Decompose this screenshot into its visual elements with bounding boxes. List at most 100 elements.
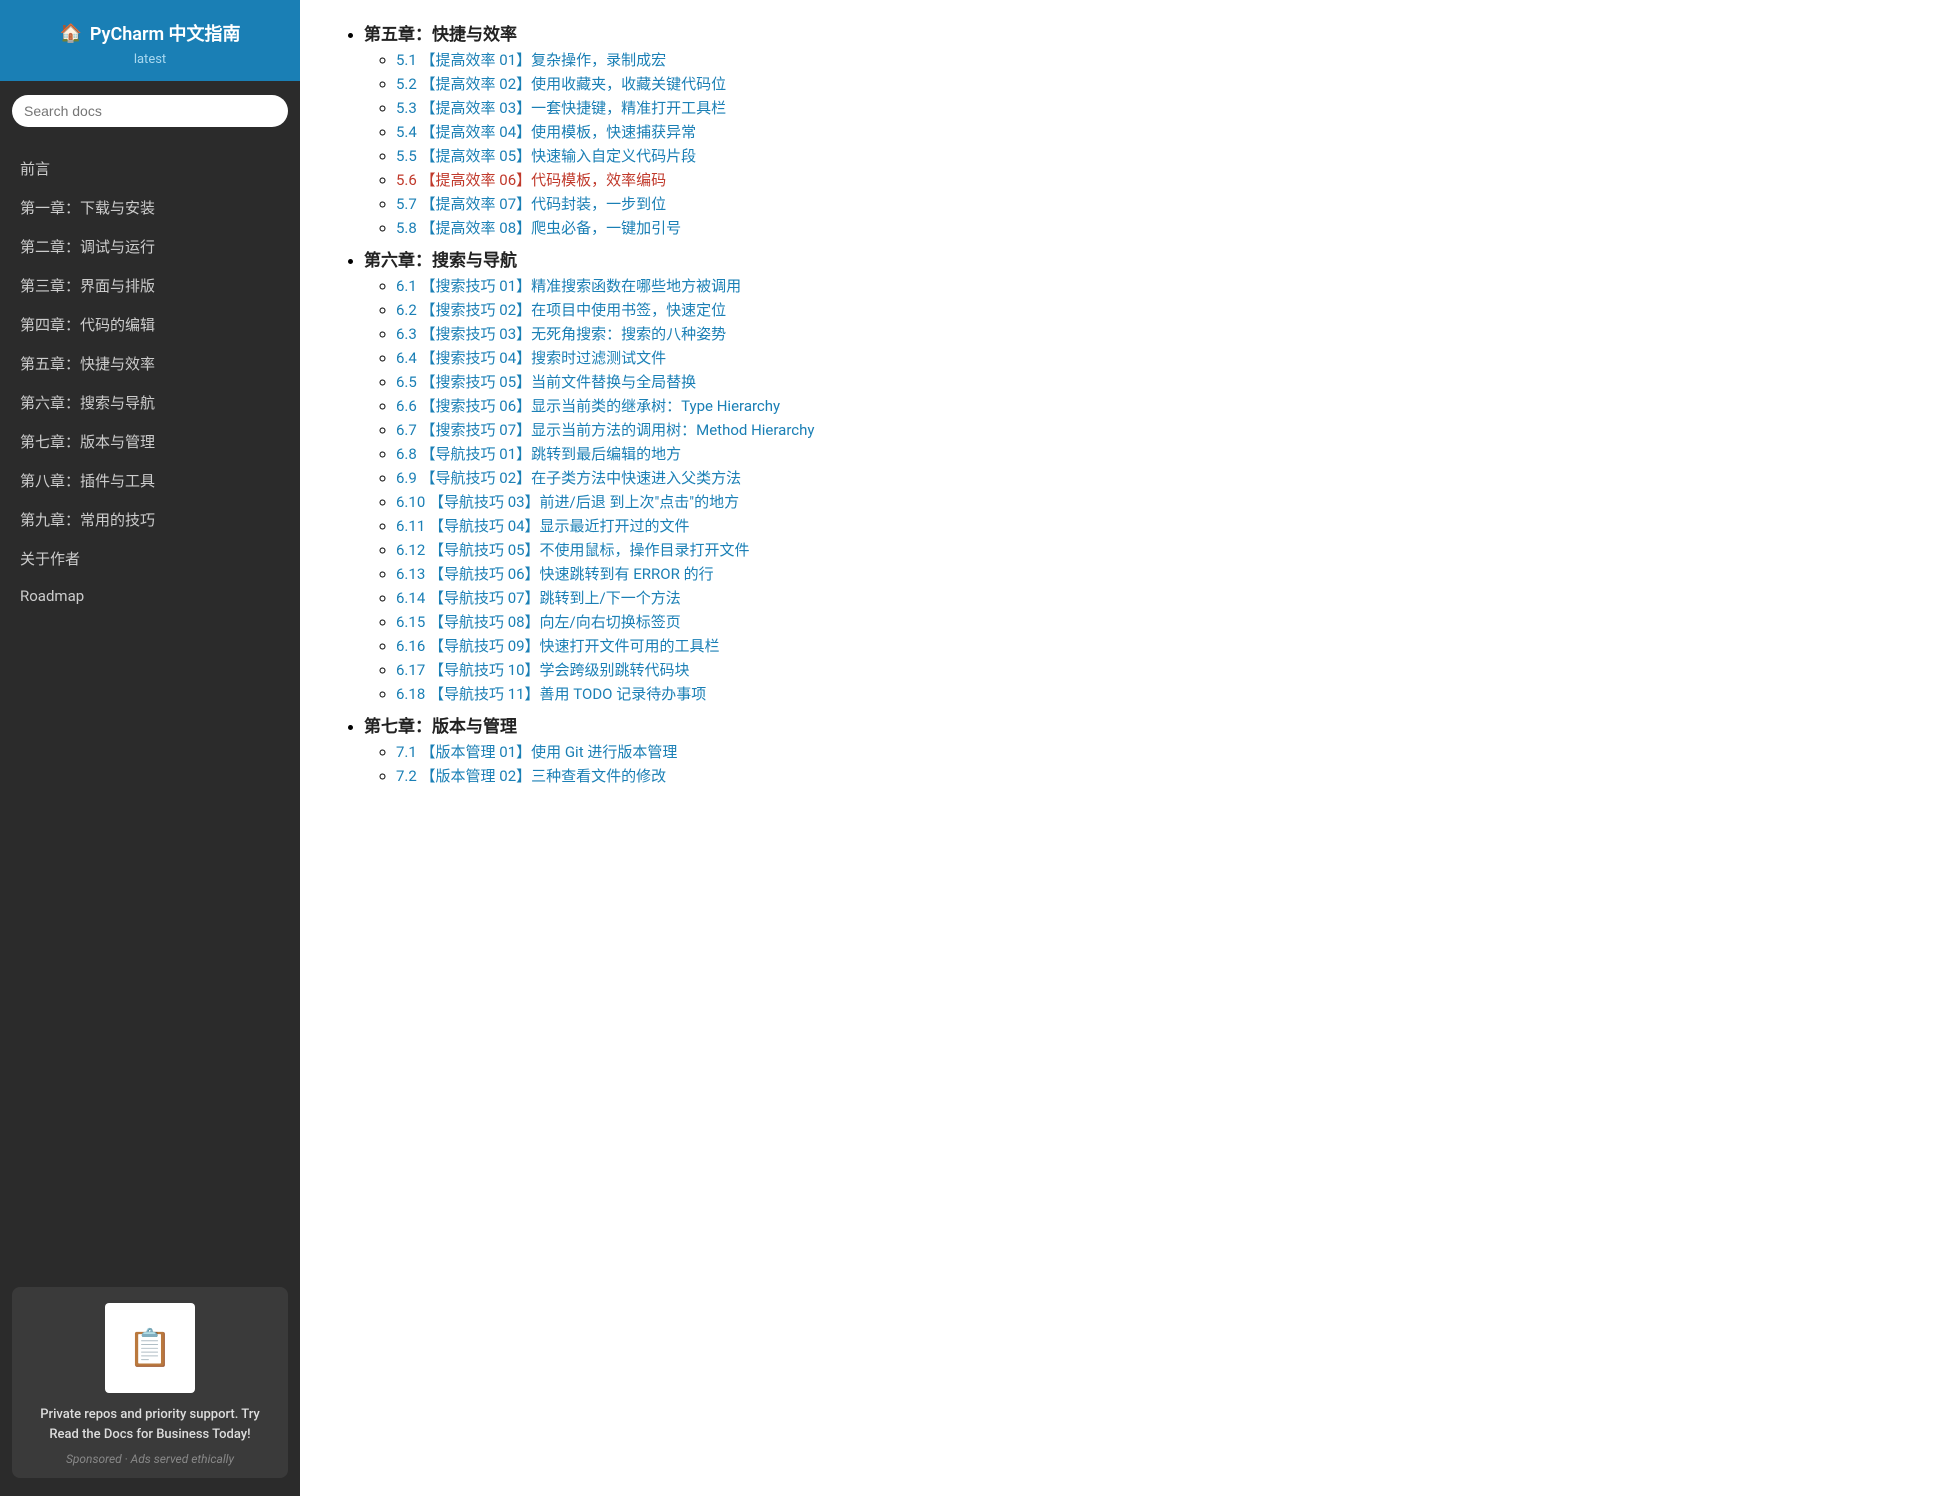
toc-link[interactable]: 6.9 【导航技巧 02】在子类方法中快速进入父类方法 — [396, 469, 741, 487]
ad-text: Private repos and priority support. Try … — [26, 1405, 274, 1444]
toc-link[interactable]: 6.16 【导航技巧 09】快速打开文件可用的工具栏 — [396, 637, 720, 655]
toc-link[interactable]: 6.7 【搜索技巧 07】显示当前方法的调用树：Method Hierarchy — [396, 421, 814, 439]
toc-link[interactable]: 6.2 【搜索技巧 02】在项目中使用书签，快速定位 — [396, 301, 726, 319]
nav-item[interactable]: 第九章：常用的技巧 — [0, 500, 300, 539]
nav-link[interactable]: 关于作者 — [0, 539, 300, 578]
toc-link[interactable]: 6.18 【导航技巧 11】善用 TODO 记录待办事项 — [396, 685, 706, 703]
toc-link[interactable]: 5.8 【提高效率 08】爬虫必备，一键加引号 — [396, 219, 681, 237]
toc-item[interactable]: 6.2 【搜索技巧 02】在项目中使用书签，快速定位 — [396, 299, 1896, 320]
toc-section: 第七章：版本与管理 7.1 【版本管理 01】使用 Git 进行版本管理 7.2 【… — [364, 712, 1896, 786]
ad-sponsored: Sponsored · Ads served ethically — [26, 1452, 274, 1466]
nav-item[interactable]: 第二章：调试与运行 — [0, 227, 300, 266]
toc-item[interactable]: 5.7 【提高效率 07】代码封装，一步到位 — [396, 193, 1896, 214]
toc-item[interactable]: 6.4 【搜索技巧 04】搜索时过滤测试文件 — [396, 347, 1896, 368]
nav-link[interactable]: 第四章：代码的编辑 — [0, 305, 300, 344]
toc-item[interactable]: 5.5 【提高效率 05】快速输入自定义代码片段 — [396, 145, 1896, 166]
nav-item[interactable]: 第三章：界面与排版 — [0, 266, 300, 305]
nav-link[interactable]: 第五章：快捷与效率 — [0, 344, 300, 383]
toc-item[interactable]: 6.3 【搜索技巧 03】无死角搜索：搜索的八种姿势 — [396, 323, 1896, 344]
toc-section-label: 第七章：版本与管理 — [364, 717, 517, 737]
nav-item[interactable]: 第七章：版本与管理 — [0, 422, 300, 461]
toc-item[interactable]: 6.17 【导航技巧 10】学会跨级别跳转代码块 — [396, 659, 1896, 680]
toc-link[interactable]: 5.5 【提高效率 05】快速输入自定义代码片段 — [396, 147, 696, 165]
ad-image: 📋 — [105, 1303, 195, 1393]
toc-root: 第五章：快捷与效率5.1 【提高效率 01】复杂操作，录制成宏5.2 【提高效率… — [340, 20, 1896, 786]
toc-item[interactable]: 5.4 【提高效率 04】使用模板，快速捕获异常 — [396, 121, 1896, 142]
toc-item[interactable]: 6.12 【导航技巧 05】不使用鼠标，操作目录打开文件 — [396, 539, 1896, 560]
toc-link[interactable]: 5.1 【提高效率 01】复杂操作，录制成宏 — [396, 51, 666, 69]
toc-link[interactable]: 6.1 【搜索技巧 01】精准搜索函数在哪些地方被调用 — [396, 277, 741, 295]
sidebar: 🏠 PyCharm 中文指南 latest 前言第一章：下载与安装第二章：调试与… — [0, 0, 300, 1496]
toc-subsection-list: 5.1 【提高效率 01】复杂操作，录制成宏 5.2 【提高效率 02】使用收藏夹… — [364, 49, 1896, 238]
toc-item[interactable]: 5.8 【提高效率 08】爬虫必备，一键加引号 — [396, 217, 1896, 238]
toc-link[interactable]: 6.15 【导航技巧 08】向左/向右切换标签页 — [396, 613, 681, 631]
toc-link[interactable]: 6.4 【搜索技巧 04】搜索时过滤测试文件 — [396, 349, 666, 367]
toc-item[interactable]: 6.7 【搜索技巧 07】显示当前方法的调用树：Method Hierarchy — [396, 419, 1896, 440]
toc-subsection-list: 6.1 【搜索技巧 01】精准搜索函数在哪些地方被调用 6.2 【搜索技巧 02】… — [364, 275, 1896, 704]
nav-link[interactable]: 第七章：版本与管理 — [0, 422, 300, 461]
toc-link[interactable]: 5.7 【提高效率 07】代码封装，一步到位 — [396, 195, 666, 213]
toc-item[interactable]: 7.1 【版本管理 01】使用 Git 进行版本管理 — [396, 741, 1896, 762]
toc-item[interactable]: 6.14 【导航技巧 07】跳转到上/下一个方法 — [396, 587, 1896, 608]
toc-link[interactable]: 5.2 【提高效率 02】使用收藏夹，收藏关键代码位 — [396, 75, 726, 93]
toc-link[interactable]: 6.11 【导航技巧 04】显示最近打开过的文件 — [396, 517, 690, 535]
toc-item[interactable]: 7.2 【版本管理 02】三种查看文件的修改 — [396, 765, 1896, 786]
sidebar-ad: 📋 Private repos and priority support. Tr… — [12, 1287, 288, 1478]
nav-item[interactable]: 关于作者 — [0, 539, 300, 578]
toc-item[interactable]: 6.13 【导航技巧 06】快速跳转到有 ERROR 的行 — [396, 563, 1896, 584]
nav-item[interactable]: 第一章：下载与安装 — [0, 188, 300, 227]
sidebar-title: PyCharm 中文指南 — [90, 20, 241, 46]
toc-item[interactable]: 5.3 【提高效率 03】一套快捷键，精准打开工具栏 — [396, 97, 1896, 118]
toc-link[interactable]: 6.14 【导航技巧 07】跳转到上/下一个方法 — [396, 589, 681, 607]
toc-link[interactable]: 6.17 【导航技巧 10】学会跨级别跳转代码块 — [396, 661, 690, 679]
home-icon: 🏠 — [59, 23, 81, 44]
nav-link[interactable]: 第九章：常用的技巧 — [0, 500, 300, 539]
toc-link[interactable]: 5.3 【提高效率 03】一套快捷键，精准打开工具栏 — [396, 99, 726, 117]
toc-item[interactable]: 5.2 【提高效率 02】使用收藏夹，收藏关键代码位 — [396, 73, 1896, 94]
toc-link[interactable]: 5.4 【提高效率 04】使用模板，快速捕获异常 — [396, 123, 696, 141]
toc-item[interactable]: 5.1 【提高效率 01】复杂操作，录制成宏 — [396, 49, 1896, 70]
toc-section-label: 第六章：搜索与导航 — [364, 251, 517, 271]
sidebar-version: latest — [16, 52, 284, 67]
toc-item[interactable]: 6.15 【导航技巧 08】向左/向右切换标签页 — [396, 611, 1896, 632]
sidebar-header: 🏠 PyCharm 中文指南 latest — [0, 0, 300, 81]
toc-link[interactable]: 6.10 【导航技巧 03】前进/后退 到上次"点击"的地方 — [396, 493, 739, 511]
toc-subsection-list: 7.1 【版本管理 01】使用 Git 进行版本管理 7.2 【版本管理 02】三… — [364, 741, 1896, 786]
toc-link[interactable]: 6.5 【搜索技巧 05】当前文件替换与全局替换 — [396, 373, 696, 391]
nav-link[interactable]: 第三章：界面与排版 — [0, 266, 300, 305]
toc-item[interactable]: 6.9 【导航技巧 02】在子类方法中快速进入父类方法 — [396, 467, 1896, 488]
toc-item[interactable]: 6.16 【导航技巧 09】快速打开文件可用的工具栏 — [396, 635, 1896, 656]
nav-link[interactable]: 第一章：下载与安装 — [0, 188, 300, 227]
toc-item[interactable]: 6.10 【导航技巧 03】前进/后退 到上次"点击"的地方 — [396, 491, 1896, 512]
nav-item[interactable]: Roadmap — [0, 578, 300, 614]
nav-link[interactable]: 第八章：插件与工具 — [0, 461, 300, 500]
nav-link[interactable]: 前言 — [0, 149, 300, 188]
toc-item[interactable]: 5.6 【提高效率 06】代码模板，效率编码 — [396, 169, 1896, 190]
toc-item[interactable]: 6.18 【导航技巧 11】善用 TODO 记录待办事项 — [396, 683, 1896, 704]
nav-link[interactable]: 第二章：调试与运行 — [0, 227, 300, 266]
toc-link[interactable]: 5.6 【提高效率 06】代码模板，效率编码 — [396, 171, 666, 189]
toc-link[interactable]: 6.8 【导航技巧 01】跳转到最后编辑的地方 — [396, 445, 681, 463]
nav-item[interactable]: 第六章：搜索与导航 — [0, 383, 300, 422]
sidebar-logo-row: 🏠 PyCharm 中文指南 — [16, 20, 284, 46]
toc-item[interactable]: 6.6 【搜索技巧 06】显示当前类的继承树：Type Hierarchy — [396, 395, 1896, 416]
nav-item[interactable]: 前言 — [0, 149, 300, 188]
toc-item[interactable]: 6.5 【搜索技巧 05】当前文件替换与全局替换 — [396, 371, 1896, 392]
toc-link[interactable]: 6.6 【搜索技巧 06】显示当前类的继承树：Type Hierarchy — [396, 397, 780, 415]
nav-item[interactable]: 第四章：代码的编辑 — [0, 305, 300, 344]
nav-list: 前言第一章：下载与安装第二章：调试与运行第三章：界面与排版第四章：代码的编辑第五… — [0, 141, 300, 1273]
nav-link[interactable]: Roadmap — [0, 578, 300, 614]
toc-section: 第六章：搜索与导航 6.1 【搜索技巧 01】精准搜索函数在哪些地方被调用 6.2 … — [364, 246, 1896, 704]
toc-item[interactable]: 6.8 【导航技巧 01】跳转到最后编辑的地方 — [396, 443, 1896, 464]
toc-link[interactable]: 7.2 【版本管理 02】三种查看文件的修改 — [396, 767, 666, 785]
search-input[interactable] — [12, 95, 288, 127]
toc-item[interactable]: 6.1 【搜索技巧 01】精准搜索函数在哪些地方被调用 — [396, 275, 1896, 296]
nav-link[interactable]: 第六章：搜索与导航 — [0, 383, 300, 422]
toc-link[interactable]: 6.12 【导航技巧 05】不使用鼠标，操作目录打开文件 — [396, 541, 750, 559]
toc-link[interactable]: 6.13 【导航技巧 06】快速跳转到有 ERROR 的行 — [396, 565, 714, 583]
toc-link[interactable]: 7.1 【版本管理 01】使用 Git 进行版本管理 — [396, 743, 677, 761]
nav-item[interactable]: 第八章：插件与工具 — [0, 461, 300, 500]
nav-item[interactable]: 第五章：快捷与效率 — [0, 344, 300, 383]
toc-link[interactable]: 6.3 【搜索技巧 03】无死角搜索：搜索的八种姿势 — [396, 325, 726, 343]
toc-item[interactable]: 6.11 【导航技巧 04】显示最近打开过的文件 — [396, 515, 1896, 536]
